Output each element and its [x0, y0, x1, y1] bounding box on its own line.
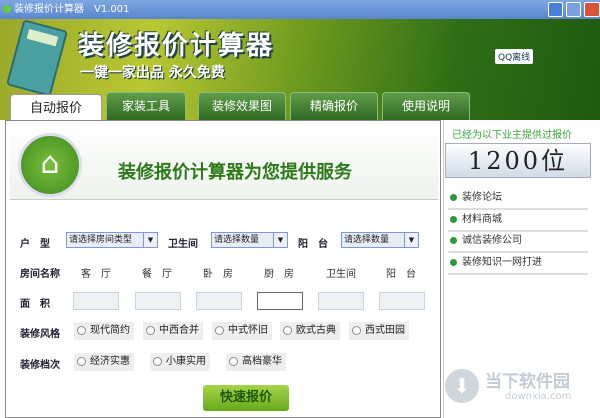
quote-counter: 1200位 [445, 143, 591, 178]
chevron-down-icon: ▼ [273, 233, 287, 247]
style-radio[interactable]: 西式田园 [349, 322, 409, 340]
style-radio[interactable]: 欧式古典 [280, 322, 340, 340]
area-label: 面 积 [20, 299, 50, 310]
bath-select[interactable]: 请选择数量 ▼ [211, 232, 288, 248]
tab-home-tools[interactable]: 家装工具 [106, 92, 186, 120]
house-icon: ⌂ [18, 133, 82, 197]
radio-icon [229, 357, 238, 366]
room-name: 餐 厅 [142, 269, 172, 280]
room-name: 阳 台 [386, 269, 416, 280]
side-link[interactable]: 材料商城 [448, 212, 588, 232]
bullet-icon [450, 216, 457, 223]
room-name: 厨 房 [264, 269, 294, 280]
watermark-url: downxia.com [505, 391, 572, 402]
banner-title: 装修报价计算器 [78, 31, 275, 61]
side-link-label: 装修知识一网打进 [462, 257, 542, 268]
balcony-label: 阳 台 [298, 239, 328, 250]
area-input-living[interactable] [73, 292, 119, 310]
radio-label: 中式怀旧 [228, 325, 268, 336]
tab-auto-quote[interactable]: 自动报价 [10, 94, 102, 121]
radio-label: 西式田园 [365, 325, 405, 336]
radio-label: 中西合并 [159, 325, 199, 336]
side-link-label: 诚信装修公司 [462, 235, 522, 246]
radio-label: 小康实用 [166, 356, 206, 367]
grade-radio[interactable]: 小康实用 [150, 353, 210, 371]
grade-radio[interactable]: 经济实惠 [74, 353, 134, 371]
tab-renderings[interactable]: 装修效果图 [198, 92, 286, 120]
huxing-label: 户 型 [20, 239, 50, 250]
radio-icon [153, 357, 162, 366]
banner-subtitle: 一键一家出品 永久免费 [80, 65, 225, 81]
style-radio[interactable]: 中式怀旧 [212, 322, 272, 340]
radio-icon [77, 357, 86, 366]
area-input-bedroom[interactable] [196, 292, 242, 310]
radio-icon [215, 326, 224, 335]
bath-value: 请选择数量 [214, 235, 260, 245]
radio-icon [77, 326, 86, 335]
chevron-down-icon: ▼ [404, 233, 418, 247]
qq-status-link[interactable]: QQ离线 [495, 49, 534, 64]
side-link[interactable]: 装修论坛 [448, 190, 588, 210]
side-caption: 已经为以下业主提供过报价 [452, 130, 572, 141]
bullet-icon [450, 259, 457, 266]
radio-icon [146, 326, 155, 335]
side-link[interactable]: 装修知识一网打进 [448, 255, 588, 275]
radio-label: 现代简约 [90, 325, 130, 336]
style-label: 装修风格 [20, 329, 60, 340]
title-bar: 装修报价计算器 V1.001 [0, 0, 600, 19]
tab-precise-quote[interactable]: 精确报价 [290, 92, 378, 120]
maximize-button[interactable] [566, 2, 581, 17]
download-arrow-icon: ⬇ [445, 369, 479, 403]
room-name: 卧 房 [203, 269, 233, 280]
style-radio[interactable]: 现代简约 [74, 322, 134, 340]
quick-quote-button[interactable]: 快速报价 [203, 385, 289, 411]
area-input-dining[interactable] [135, 292, 181, 310]
area-input-kitchen[interactable] [257, 292, 303, 310]
radio-label: 高档豪华 [242, 356, 282, 367]
tab-instructions[interactable]: 使用说明 [382, 92, 470, 120]
bullet-icon [450, 237, 457, 244]
balcony-value: 请选择数量 [344, 235, 390, 245]
watermark-name: 当下软件园 [485, 372, 570, 392]
watermark: ⬇ 当下软件园 downxia.com [445, 365, 595, 413]
bath-label: 卫生间 [168, 239, 198, 250]
room-label: 房间名称 [20, 269, 60, 280]
grade-label: 装修档次 [20, 360, 60, 371]
radio-label: 欧式古典 [296, 325, 336, 336]
close-button[interactable] [584, 2, 600, 17]
room-name: 卫生间 [326, 269, 356, 280]
radio-icon [283, 326, 292, 335]
minimize-button[interactable] [548, 2, 563, 17]
side-link[interactable]: 诚信装修公司 [448, 233, 588, 253]
huxing-select[interactable]: 请选择房间类型 ▼ [66, 232, 158, 248]
window-title: 装修报价计算器 V1.001 [14, 4, 130, 15]
side-link-label: 材料商城 [462, 214, 502, 225]
area-input-balcony[interactable] [379, 292, 425, 310]
grade-radio[interactable]: 高档豪华 [226, 353, 286, 371]
bullet-icon [450, 194, 457, 201]
style-radio[interactable]: 中西合并 [143, 322, 203, 340]
app-icon [3, 5, 11, 13]
huxing-value: 请选择房间类型 [69, 235, 133, 245]
chevron-down-icon: ▼ [143, 233, 157, 247]
side-link-label: 装修论坛 [462, 192, 502, 203]
room-name: 客 厅 [81, 269, 111, 280]
area-input-bathroom[interactable] [318, 292, 364, 310]
balcony-select[interactable]: 请选择数量 ▼ [341, 232, 419, 248]
header-title: 装修报价计算器为您提供服务 [118, 162, 352, 183]
radio-icon [352, 326, 361, 335]
radio-label: 经济实惠 [90, 356, 130, 367]
